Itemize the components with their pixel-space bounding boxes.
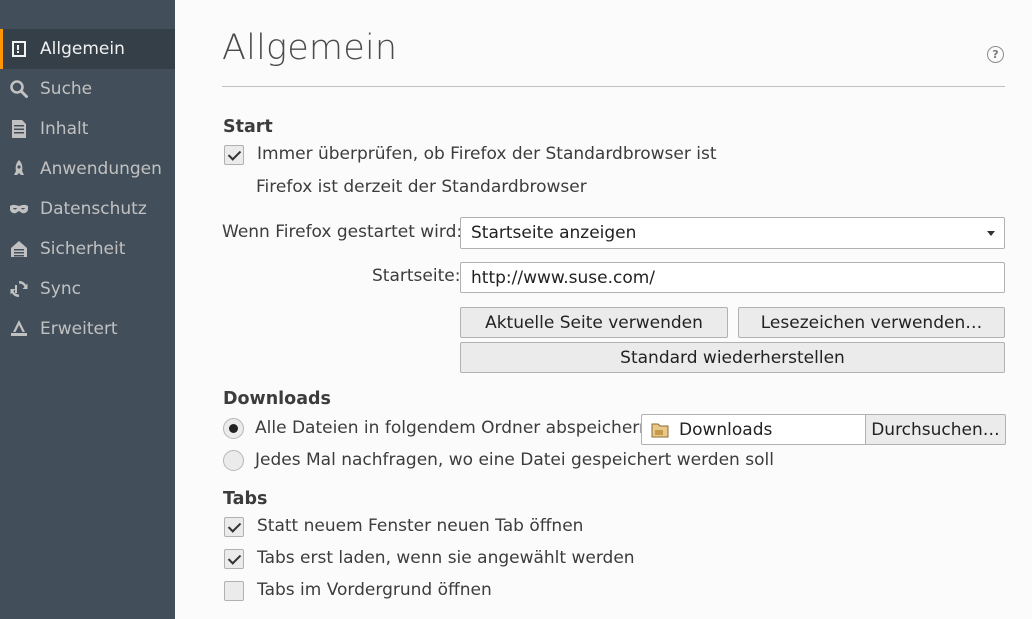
use-bookmark-button[interactable]: Lesezeichen verwenden… xyxy=(738,307,1005,338)
sidebar-item-allgemein[interactable]: Allgemein xyxy=(0,29,175,69)
downloads-section-title: Downloads xyxy=(223,389,331,409)
sidebar-item-label: Sicherheit xyxy=(40,239,126,259)
download-folder-display: Downloads xyxy=(642,415,865,444)
check-default-browser-checkbox[interactable] xyxy=(224,145,244,165)
browse-button[interactable]: Durchsuchen… xyxy=(865,414,1006,445)
always-ask-label: Jedes Mal nachfragen, wo eine Datei gesp… xyxy=(255,450,774,470)
general-icon xyxy=(9,39,29,59)
on-start-value: Startseite anzeigen xyxy=(471,223,637,243)
tabs-option-label: Tabs im Vordergrund öffnen xyxy=(257,580,492,600)
sidebar-item-label: Datenschutz xyxy=(40,199,147,219)
on-start-select[interactable]: Startseite anzeigen xyxy=(460,217,1005,249)
page-title: Allgemein xyxy=(222,28,398,68)
sidebar-item-label: Sync xyxy=(40,279,81,299)
tabs-option-checkbox[interactable] xyxy=(224,517,244,537)
sidebar-item-anwendungen[interactable]: Anwendungen xyxy=(0,149,175,189)
check-default-browser-label: Immer überprüfen, ob Firefox der Standar… xyxy=(257,144,717,164)
sidebar-item-sicherheit[interactable]: Sicherheit xyxy=(0,229,175,269)
homepage-value: http://www.suse.com/ xyxy=(471,267,656,288)
folder-icon xyxy=(651,423,669,437)
start-section-title: Start xyxy=(223,117,273,137)
title-divider xyxy=(222,86,1005,87)
privacy-mask-icon xyxy=(9,199,29,219)
download-folder-field[interactable]: Downloads Durchsuchen… xyxy=(641,414,1006,445)
tabs-option-label: Statt neuem Fenster neuen Tab öffnen xyxy=(257,516,584,536)
tabs-option-checkbox[interactable] xyxy=(224,549,244,569)
tabs-option-checkbox[interactable] xyxy=(224,581,244,601)
sidebar-item-label: Erweitert xyxy=(40,319,118,339)
sidebar-item-label: Anwendungen xyxy=(40,159,162,179)
sidebar-item-sync[interactable]: Sync xyxy=(0,269,175,309)
sidebar-item-erweitert[interactable]: Erweitert xyxy=(0,309,175,349)
restore-default-button[interactable]: Standard wiederherstellen xyxy=(460,342,1005,373)
on-start-label: Wenn Firefox gestartet wird: xyxy=(222,222,463,242)
sidebar-item-label: Suche xyxy=(40,79,93,99)
always-ask-radio[interactable] xyxy=(223,450,244,471)
security-icon xyxy=(9,239,29,259)
save-to-folder-radio[interactable] xyxy=(223,418,244,439)
use-current-page-button[interactable]: Aktuelle Seite verwenden xyxy=(460,307,728,338)
sidebar-item-suche[interactable]: Suche xyxy=(0,69,175,109)
advanced-icon xyxy=(9,319,29,339)
save-to-folder-label: Alle Dateien in folgendem Ordner abspeic… xyxy=(255,418,656,438)
help-icon[interactable]: ? xyxy=(987,46,1004,63)
sidebar-item-inhalt[interactable]: Inhalt xyxy=(0,109,175,149)
download-folder-name: Downloads xyxy=(679,419,773,440)
sidebar-item-label: Allgemein xyxy=(40,39,125,59)
default-browser-status: Firefox ist derzeit der Standardbrowser xyxy=(256,177,587,197)
content-icon xyxy=(9,119,29,139)
sidebar: Allgemein Suche Inhalt Anwendungen Daten… xyxy=(0,0,175,619)
chevron-down-icon xyxy=(987,231,995,236)
tabs-option-label: Tabs erst laden, wenn sie angewählt werd… xyxy=(257,548,635,568)
homepage-input[interactable]: http://www.suse.com/ xyxy=(460,262,1005,293)
sidebar-item-datenschutz[interactable]: Datenschutz xyxy=(0,189,175,229)
sync-icon xyxy=(9,279,29,299)
tabs-section-title: Tabs xyxy=(223,489,268,509)
applications-icon xyxy=(9,159,29,179)
search-icon xyxy=(9,79,29,99)
sidebar-item-label: Inhalt xyxy=(40,119,89,139)
homepage-label: Startseite: xyxy=(372,266,461,286)
